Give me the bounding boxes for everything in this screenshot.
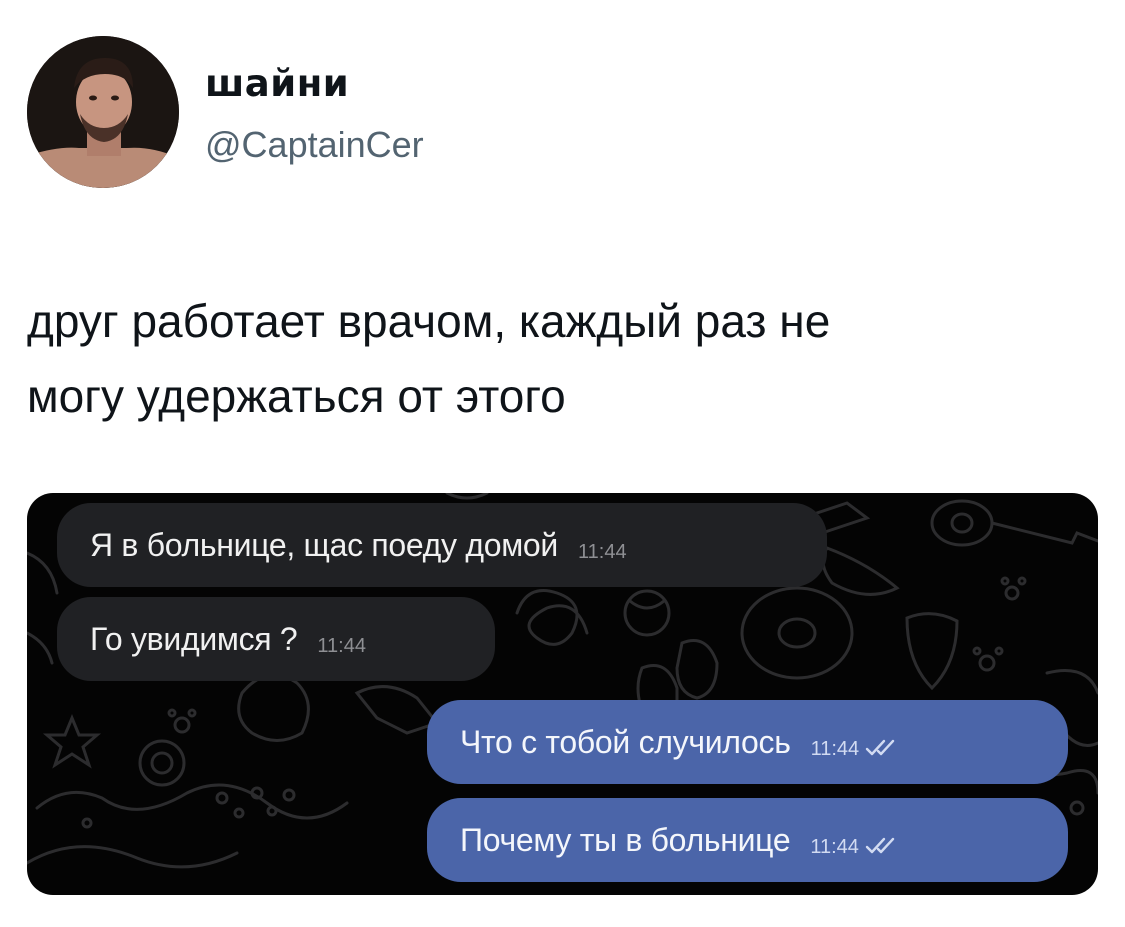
read-double-check-icon [865, 739, 895, 756]
message-time: 11:44 [578, 540, 627, 563]
author-handle[interactable]: @CaptainCer [205, 124, 424, 166]
chat-message-outgoing[interactable]: Что с тобой случилось 11:44 [427, 700, 1068, 784]
tweet-text: друг работает врачом, каждый раз не могу… [27, 284, 1087, 434]
chat-message-incoming[interactable]: Я в больнице, щас поеду домой 11:44 [57, 503, 827, 587]
avatar-photo [27, 36, 179, 188]
message-text: Я в больнице, щас поеду домой [90, 526, 558, 563]
tweet-text-line: могу удержаться от этого [27, 370, 566, 422]
avatar[interactable] [27, 36, 179, 188]
author-name[interactable]: шайни [205, 62, 349, 105]
message-time: 11:44 [810, 835, 859, 858]
message-text: Го увидимся ? [90, 620, 298, 657]
message-time: 11:44 [810, 737, 860, 760]
message-text: Почему ты в больнице [460, 821, 791, 858]
message-time: 11:44 [317, 634, 366, 657]
read-double-check-icon [865, 837, 895, 854]
chat-message-outgoing[interactable]: Почему ты в больнице 11:44 [427, 798, 1068, 882]
tweet-text-line: друг работает врачом, каждый раз не [27, 295, 831, 347]
tweet-media-chat-screenshot[interactable]: Я в больнице, щас поеду домой 11:44 Го у… [27, 493, 1098, 895]
message-text: Что с тобой случилось [460, 723, 791, 760]
chat-message-incoming[interactable]: Го увидимся ? 11:44 [57, 597, 495, 681]
